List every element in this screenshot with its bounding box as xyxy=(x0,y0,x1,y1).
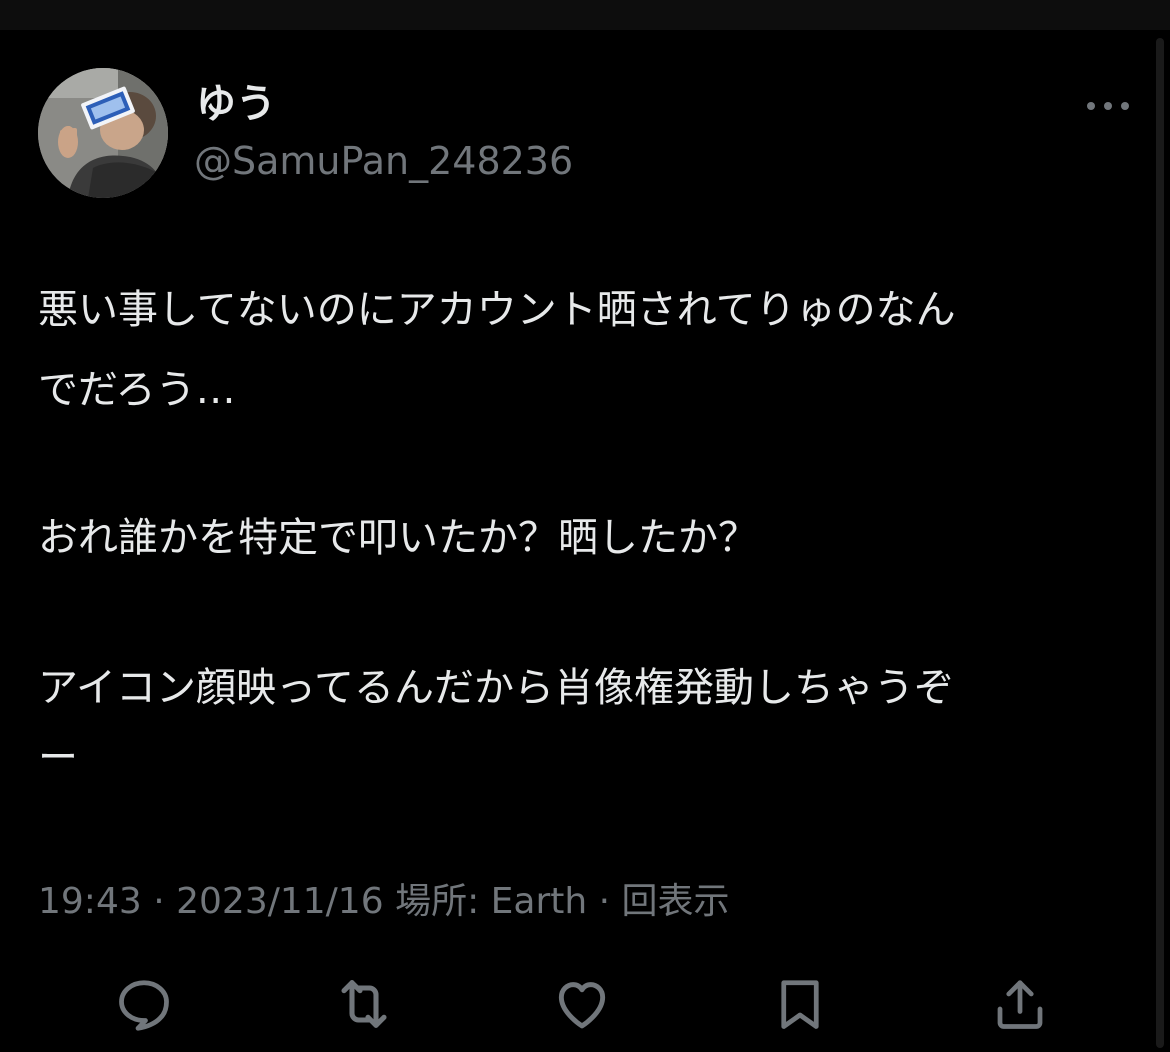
retweet-icon xyxy=(341,980,387,1028)
ellipsis-icon xyxy=(1087,102,1129,110)
retweet-button[interactable] xyxy=(328,968,400,1040)
top-bar xyxy=(0,0,1170,30)
scrollbar[interactable] xyxy=(1156,38,1164,1048)
avatar[interactable] xyxy=(38,68,168,198)
profile-photo-icon xyxy=(38,68,168,198)
tweet-time[interactable]: 19:43 xyxy=(38,876,142,928)
speech-bubble-icon xyxy=(119,980,169,1031)
tweet-text-line: でだろう… xyxy=(38,367,236,413)
tweet-location: 場所: Earth xyxy=(395,881,588,922)
tweet-text-line: おれ誰かを特定で叩いたか？晒したか？ xyxy=(38,515,758,561)
share-icon xyxy=(997,980,1043,1029)
tweet-date[interactable]: 2023/11/16 xyxy=(176,876,384,928)
heart-icon xyxy=(558,982,606,1029)
tweet-meta: 19:43 · 2023/11/16 場所: Earth · 回表示 xyxy=(38,876,730,928)
display-name[interactable]: ゆう xyxy=(196,80,276,128)
share-button[interactable] xyxy=(984,968,1056,1040)
more-options-button[interactable] xyxy=(1080,90,1136,122)
tweet-text-line: アイコン顔映ってるんだから肖像権発動しちゃうぞ xyxy=(38,665,954,711)
like-button[interactable] xyxy=(546,968,618,1040)
tweet-text-line: ー xyxy=(38,735,78,781)
meta-separator: · xyxy=(153,881,165,922)
bookmark-button[interactable] xyxy=(764,968,836,1040)
bookmark-icon xyxy=(781,980,819,1029)
meta-separator: · xyxy=(598,881,611,922)
view-count[interactable]: 回表示 xyxy=(622,876,730,928)
tweet-text-line: 悪い事してないのにアカウント晒されてりゅのなん xyxy=(38,287,956,333)
reply-button[interactable] xyxy=(108,968,180,1040)
user-handle[interactable]: @SamuPan_248236 xyxy=(194,138,573,184)
